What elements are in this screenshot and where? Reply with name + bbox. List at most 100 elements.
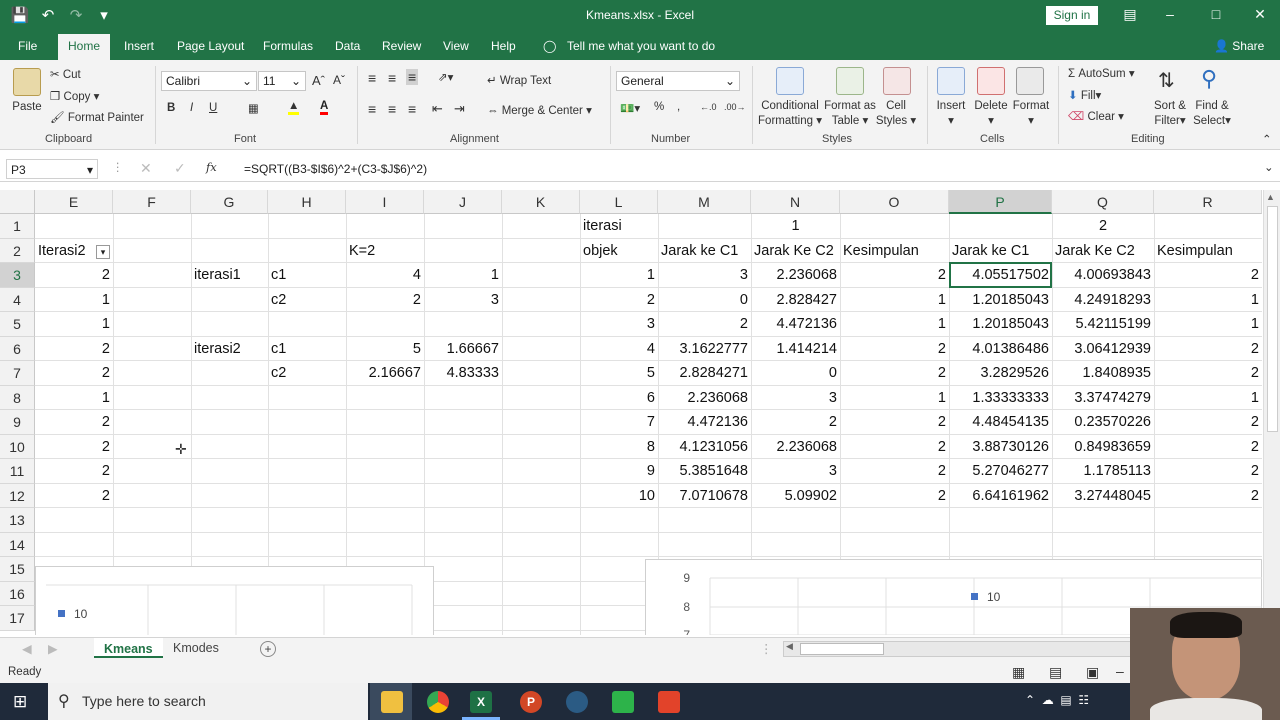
page-break-view-icon[interactable]: ▣ — [1086, 664, 1099, 681]
cell-r9[interactable]: 2 — [1154, 410, 1262, 434]
cell-m4[interactable]: 0 — [658, 288, 751, 312]
horizontal-scroll-thumb[interactable] — [800, 643, 884, 655]
cell-j6[interactable]: 1.66667 — [424, 337, 502, 361]
cell-q8[interactable]: 3.37474279 — [1052, 386, 1154, 410]
cell-j4[interactable]: 3 — [424, 288, 502, 312]
sort-filter-icon[interactable]: ⇅ — [1158, 68, 1175, 93]
vertical-scrollbar[interactable]: ▲ — [1263, 190, 1280, 635]
column-header-e[interactable]: E — [35, 190, 113, 214]
select-all-corner[interactable] — [0, 190, 35, 214]
cell-o9[interactable]: 2 — [840, 410, 949, 434]
file-explorer-icon[interactable] — [381, 691, 403, 713]
row-header-10[interactable]: 10 — [0, 435, 35, 459]
align-middle-icon[interactable]: ≡ — [388, 70, 396, 86]
cell-n1[interactable]: 1 — [751, 214, 840, 238]
cell-l2[interactable]: objek — [580, 239, 658, 263]
column-header-q[interactable]: Q — [1052, 190, 1154, 214]
format-as-table-icon[interactable] — [836, 67, 864, 95]
cell-n3[interactable]: 2.236068 — [751, 263, 840, 287]
wrap-text-button[interactable]: ↵ Wrap Text — [487, 73, 551, 87]
next-sheet-icon[interactable]: ▶ — [48, 641, 58, 656]
cell-e12[interactable]: 2 — [35, 484, 113, 508]
autosum-button[interactable]: Σ AutoSum ▾ — [1068, 66, 1135, 80]
orientation-icon[interactable]: ⇗▾ — [438, 70, 453, 84]
row-header-14[interactable]: 14 — [0, 533, 35, 557]
row-header-11[interactable]: 11 — [0, 459, 35, 484]
cell-m12[interactable]: 7.0710678 — [658, 484, 751, 508]
cell-m5[interactable]: 2 — [658, 312, 751, 336]
cell-n11[interactable]: 3 — [751, 459, 840, 483]
decrease-decimal-icon[interactable]: .00→ — [724, 102, 746, 112]
delete-cells-icon[interactable] — [977, 67, 1005, 95]
find-select-button[interactable]: Find & Select▾ — [1190, 99, 1234, 129]
cancel-icon[interactable]: ✕ — [140, 160, 152, 177]
underline-button[interactable]: U — [209, 102, 217, 114]
scroll-left-icon[interactable]: ◀ — [786, 641, 793, 652]
column-header-f[interactable]: F — [113, 190, 191, 214]
sign-in-button[interactable]: Sign in — [1046, 6, 1098, 25]
row-header-7[interactable]: 7 — [0, 361, 35, 386]
fill-color-icon[interactable]: ▲ — [288, 100, 300, 115]
row-header-3[interactable]: 3 — [0, 263, 35, 288]
increase-decimal-icon[interactable]: ←.0 — [700, 102, 717, 112]
expand-formula-icon[interactable]: ⌄ — [1264, 160, 1274, 174]
align-right-icon[interactable]: ≡ — [408, 101, 416, 117]
tab-formulas[interactable]: Formulas — [263, 39, 313, 53]
column-header-i[interactable]: I — [346, 190, 424, 214]
cell-i7[interactable]: 2.16667 — [346, 361, 424, 385]
share-button[interactable]: 👤 Share — [1214, 39, 1264, 53]
paste-icon[interactable] — [13, 68, 41, 96]
cell-i6[interactable]: 5 — [346, 337, 424, 361]
format-cells-icon[interactable] — [1016, 67, 1044, 95]
row-header-12[interactable]: 12 — [0, 484, 35, 508]
row-header-16[interactable]: 16 — [0, 582, 35, 606]
cell-p7[interactable]: 3.2829526 — [949, 361, 1052, 385]
column-header-k[interactable]: K — [502, 190, 580, 214]
cell-p11[interactable]: 5.27046277 — [949, 459, 1052, 483]
cell-n6[interactable]: 1.414214 — [751, 337, 840, 361]
cell-q9[interactable]: 0.23570226 — [1052, 410, 1154, 434]
sheet-tab-kmeans[interactable]: Kmeans — [94, 638, 163, 658]
cell-e11[interactable]: 2 — [35, 459, 113, 483]
cell-p5[interactable]: 1.20185043 — [949, 312, 1052, 336]
cell-q2[interactable]: Jarak Ke C2 — [1052, 239, 1154, 263]
cell-e9[interactable]: 2 — [35, 410, 113, 434]
decrease-indent-icon[interactable]: ⇤ — [432, 101, 443, 117]
increase-indent-icon[interactable]: ⇥ — [454, 101, 465, 117]
cell-o8[interactable]: 1 — [840, 386, 949, 410]
tab-page-layout[interactable]: Page Layout — [177, 39, 244, 53]
cell-m11[interactable]: 5.3851648 — [658, 459, 751, 483]
cell-h6[interactable]: c1 — [268, 337, 346, 361]
cell-h7[interactable]: c2 — [268, 361, 346, 385]
comma-button[interactable]: , — [677, 101, 680, 113]
paste-button[interactable]: Paste — [6, 100, 48, 115]
cut-button[interactable]: ✂ Cut — [50, 67, 81, 81]
cell-m8[interactable]: 2.236068 — [658, 386, 751, 410]
row-header-2[interactable]: 2 — [0, 239, 35, 263]
copy-button[interactable]: ❐ Copy ▾ — [50, 89, 99, 103]
cell-r6[interactable]: 2 — [1154, 337, 1262, 361]
cell-p2[interactable]: Jarak ke C1 — [949, 239, 1052, 263]
cell-o11[interactable]: 2 — [840, 459, 949, 483]
italic-button[interactable]: I — [190, 102, 193, 114]
cell-q4[interactable]: 4.24918293 — [1052, 288, 1154, 312]
cell-i4[interactable]: 2 — [346, 288, 424, 312]
align-left-icon[interactable]: ≡ — [368, 101, 376, 117]
cell-q12[interactable]: 3.27448045 — [1052, 484, 1154, 508]
column-header-h[interactable]: H — [268, 190, 346, 214]
close-icon[interactable]: ✕ — [1250, 6, 1270, 23]
cell-e6[interactable]: 2 — [35, 337, 113, 361]
zoom-out-icon[interactable]: – — [1116, 663, 1124, 679]
collapse-ribbon-icon[interactable]: ⌃ — [1262, 132, 1272, 146]
cell-l7[interactable]: 5 — [580, 361, 658, 385]
excel-icon[interactable]: X — [470, 691, 492, 713]
tab-review[interactable]: Review — [382, 39, 421, 53]
cell-o5[interactable]: 1 — [840, 312, 949, 336]
cell-g3[interactable]: iterasi1 — [191, 263, 268, 287]
cell-o6[interactable]: 2 — [840, 337, 949, 361]
cell-l1[interactable]: iterasi — [580, 214, 658, 238]
tab-data[interactable]: Data — [335, 39, 360, 53]
percent-button[interactable]: % — [654, 101, 664, 113]
cell-j3[interactable]: 1 — [424, 263, 502, 287]
insert-cells-button[interactable]: Insert ▾ — [934, 99, 968, 129]
